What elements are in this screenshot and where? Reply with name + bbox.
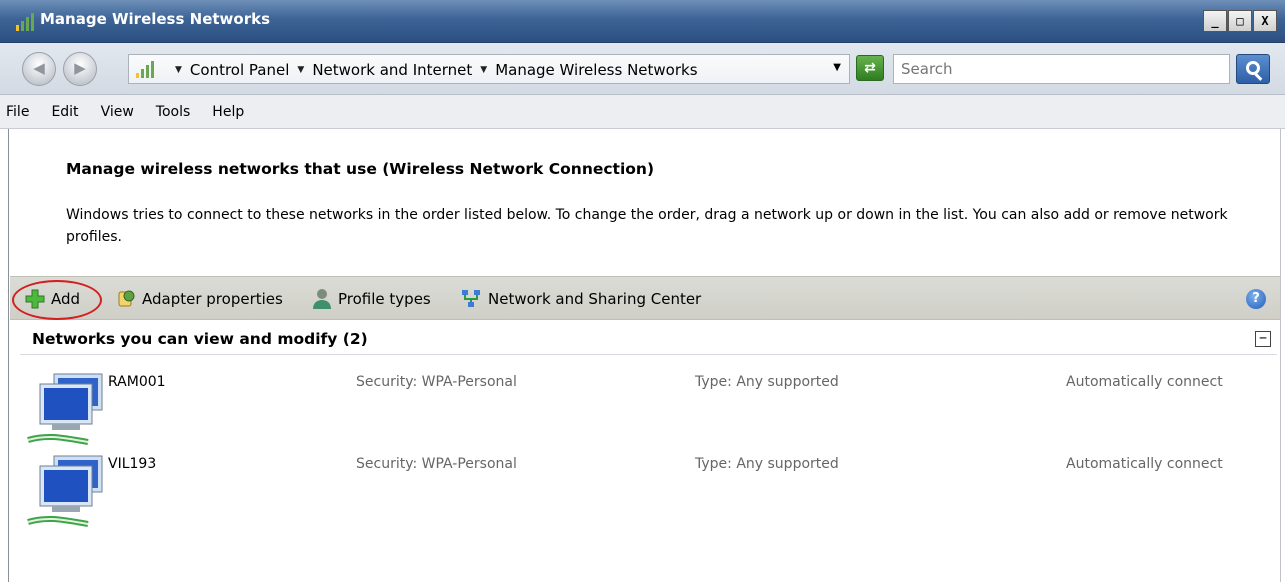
add-label: Add [51,290,81,308]
network-row[interactable]: RAM001 Security: WPA-Personal Type: Any … [0,370,1285,450]
maximize-button[interactable]: □ [1228,10,1252,32]
chevron-down-icon[interactable]: ▼ [175,65,182,75]
network-signal-icon [136,61,154,78]
back-arrow-icon: ◀ [33,59,45,77]
network-signal-icon [16,13,34,31]
menu-edit[interactable]: Edit [51,104,78,120]
network-row[interactable]: VIL193 Security: WPA-Personal Type: Any … [0,452,1285,532]
search-icon [1246,61,1260,75]
add-button[interactable]: Add [25,277,80,321]
window-title: Manage Wireless Networks [40,10,270,28]
network-connect-mode: Automatically connect [1066,374,1223,390]
forward-button[interactable]: ▶ [63,52,97,86]
close-button[interactable]: X [1253,10,1277,32]
menu-help[interactable]: Help [212,104,244,120]
title-bar[interactable]: Manage Wireless Networks _ □ X [0,0,1285,43]
menu-file[interactable]: File [6,104,29,120]
chevron-down-icon[interactable]: ▼ [297,65,304,75]
search-input[interactable] [894,55,1229,83]
help-icon[interactable]: ? [1246,289,1266,309]
network-type: Type: Any supported [695,456,839,472]
network-center-icon [462,290,480,307]
profile-types-button[interactable]: Profile types [312,277,431,321]
menu-bar: File Edit View Tools Help [0,95,1285,129]
search-box[interactable] [893,54,1230,84]
refresh-button[interactable]: ⇄ [856,55,884,81]
refresh-icon: ⇄ [864,60,876,76]
address-dropdown-icon[interactable]: ▼ [833,62,841,73]
group-title: Networks you can view and modify (2) [32,330,368,348]
chevron-down-icon[interactable]: ▼ [480,65,487,75]
breadcrumb-control-panel[interactable]: Control Panel [190,61,289,79]
network-sharing-center-button[interactable]: Network and Sharing Center [460,277,701,321]
search-button[interactable] [1236,54,1270,84]
command-bar: Add Adapter properties Profile types Net… [10,276,1280,320]
forward-arrow-icon: ▶ [74,59,86,77]
network-name: RAM001 [108,374,166,390]
wireless-network-icon [27,455,103,527]
network-name: VIL193 [108,456,157,472]
address-bar[interactable]: ▼ Control Panel ▼ Network and Internet ▼… [128,54,850,84]
network-security: Security: WPA-Personal [356,456,517,472]
page-description: Windows tries to connect to these networ… [66,207,1228,245]
breadcrumb-manage-wireless[interactable]: Manage Wireless Networks [495,61,697,79]
collapse-group-button[interactable]: − [1255,331,1271,347]
add-icon [25,289,45,309]
page-title: Manage wireless networks that use (Wirel… [66,160,655,178]
menu-tools[interactable]: Tools [156,104,191,120]
breadcrumb-network-internet[interactable]: Network and Internet [312,61,472,79]
network-sharing-center-label: Network and Sharing Center [488,290,702,308]
minimize-button[interactable]: _ [1203,10,1227,32]
network-connect-mode: Automatically connect [1066,456,1223,472]
adapter-properties-label: Adapter properties [142,290,283,308]
address-row: ◀ ▶ ▼ Control Panel ▼ Network and Intern… [0,43,1285,95]
menu-view[interactable]: View [101,104,134,120]
network-type: Type: Any supported [695,374,839,390]
adapter-properties-button[interactable]: Adapter properties [116,277,283,321]
wireless-network-icon [27,373,103,445]
user-profile-icon [313,289,331,309]
back-button[interactable]: ◀ [22,52,56,86]
profile-types-label: Profile types [338,290,431,308]
adapter-shield-icon [118,290,135,307]
network-security: Security: WPA-Personal [356,374,517,390]
breadcrumb: ▼ Control Panel ▼ Network and Internet ▼… [175,61,706,79]
